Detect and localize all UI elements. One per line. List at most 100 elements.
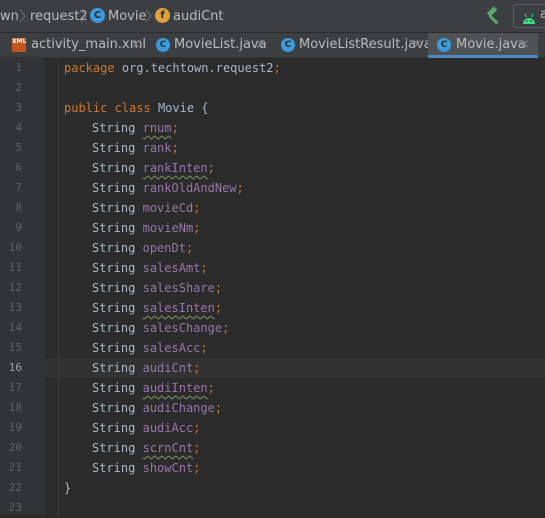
semicolon: ; (193, 461, 201, 475)
chevron-right-icon (80, 9, 87, 23)
class-icon: C (281, 38, 295, 52)
field-name: scrnCnt (142, 441, 194, 455)
line-number: 19 (8, 421, 22, 434)
run-configuration-selector[interactable]: a (513, 4, 545, 28)
semicolon: ; (193, 201, 201, 215)
field-icon: f (155, 8, 170, 23)
field-type: String (92, 221, 136, 235)
code-line-field[interactable]: String salesInten; (92, 298, 222, 318)
line-number: 23 (8, 501, 22, 514)
field-type: String (92, 461, 136, 475)
line-number: 16 (8, 361, 22, 374)
semicolon: ; (207, 381, 215, 395)
field-type: String (92, 281, 136, 295)
semicolon: ; (214, 301, 223, 315)
code-line-field[interactable]: String showCnt; (92, 458, 200, 478)
field-type: String (92, 321, 136, 335)
code-line-field[interactable]: String rnum; (92, 118, 179, 138)
field-name: audiChange (142, 401, 215, 415)
navigation-bar: wn request2 C Movie f audiCnt a (0, 0, 545, 33)
code-line-field[interactable]: String rank; (92, 138, 179, 158)
tab-movielistresult-java[interactable]: C MovieListResult.java × (275, 33, 432, 58)
field-name: rnum (142, 121, 172, 135)
android-icon (522, 10, 536, 29)
line-number: 1 (15, 61, 22, 74)
line-number: 12 (8, 281, 22, 294)
class-icon: C (90, 8, 105, 23)
field-type: String (92, 301, 136, 315)
line-number: 9 (15, 221, 22, 234)
field-type: String (92, 441, 136, 455)
code-line-field[interactable]: String rankOldAndNew; (92, 178, 244, 198)
field-type: String (92, 401, 136, 415)
code-line-field[interactable]: String movieCd; (92, 198, 200, 218)
field-type: String (92, 181, 136, 195)
field-name: salesAcc (142, 341, 201, 355)
code-line-field[interactable]: String salesAcc; (92, 338, 208, 358)
field-name: salesChange (142, 321, 223, 335)
run-configuration-label: a (540, 7, 545, 22)
semicolon: ; (222, 321, 230, 335)
tab-label: MovieList.java (174, 37, 267, 52)
tab-movie-java[interactable]: C Movie.java × (428, 33, 538, 58)
line-number: 6 (15, 161, 22, 174)
semicolon: ; (207, 161, 215, 175)
field-name: rank (142, 141, 172, 155)
code-line-class-declaration[interactable]: public class Movie { (64, 98, 209, 118)
code-line-field[interactable]: String audiCnt; (92, 358, 200, 378)
code-line-field[interactable]: String audiInten; (92, 378, 215, 398)
line-number: 8 (15, 201, 22, 214)
line-number: 22 (8, 481, 22, 494)
field-name: openDt (142, 241, 186, 255)
field-type: String (92, 381, 136, 395)
field-type: String (92, 361, 136, 375)
field-type: String (92, 121, 136, 135)
code-line-field[interactable]: String salesAmt; (92, 258, 208, 278)
tab-activity-main-xml[interactable]: XML activity_main.xml × (0, 33, 150, 58)
line-number: 3 (15, 101, 22, 114)
field-type: String (92, 261, 136, 275)
semicolon: ; (214, 281, 223, 295)
hammer-icon[interactable] (484, 6, 504, 26)
code-line-field[interactable]: String audiAcc; (92, 418, 200, 438)
close-icon[interactable]: × (519, 33, 530, 57)
line-number: 11 (8, 261, 22, 274)
close-icon[interactable]: × (255, 33, 266, 57)
semicolon: ; (193, 421, 201, 435)
code-line-field[interactable]: String audiChange; (92, 398, 222, 418)
chevron-right-icon (19, 9, 26, 23)
line-number: 18 (8, 401, 22, 414)
field-name: audiCnt (142, 361, 194, 375)
class-icon: C (437, 38, 451, 52)
field-name: salesAmt (142, 261, 201, 275)
chevron-right-icon (145, 9, 152, 23)
tab-label: activity_main.xml (31, 37, 147, 52)
code-line-closing-brace[interactable]: } (64, 478, 71, 498)
code-line-field[interactable]: String scrnCnt; (92, 438, 200, 458)
breadcrumb-field[interactable]: audiCnt (173, 0, 223, 33)
code-line-field[interactable]: String rankInten; (92, 158, 215, 178)
breadcrumb-project[interactable]: wn (0, 0, 19, 33)
close-icon[interactable]: × (130, 33, 141, 57)
code-line-package[interactable]: package org.techtown.request2; (64, 58, 281, 78)
code-line-field[interactable]: String salesChange; (92, 318, 229, 338)
code-line-field[interactable]: String openDt; (92, 238, 193, 258)
field-type: String (92, 201, 136, 215)
close-icon[interactable]: × (412, 33, 423, 57)
semicolon: ; (193, 441, 201, 455)
semicolon: ; (200, 341, 208, 355)
field-name: rankOldAndNew (142, 181, 237, 195)
line-number: 7 (15, 181, 22, 194)
line-number: 14 (8, 321, 22, 334)
breadcrumb-class[interactable]: Movie (108, 0, 146, 33)
line-number: 20 (8, 441, 22, 454)
field-name: salesInten (142, 301, 215, 315)
field-type: String (92, 341, 136, 355)
code-line-field[interactable]: String salesShare; (92, 278, 222, 298)
code-line-field[interactable]: String movieNm; (92, 218, 200, 238)
tab-label: Movie.java (456, 37, 526, 52)
tab-movielist-java[interactable]: C MovieList.java × (150, 33, 275, 58)
field-type: String (92, 161, 136, 175)
line-number: 10 (8, 241, 22, 254)
field-name: rankInten (142, 161, 208, 175)
